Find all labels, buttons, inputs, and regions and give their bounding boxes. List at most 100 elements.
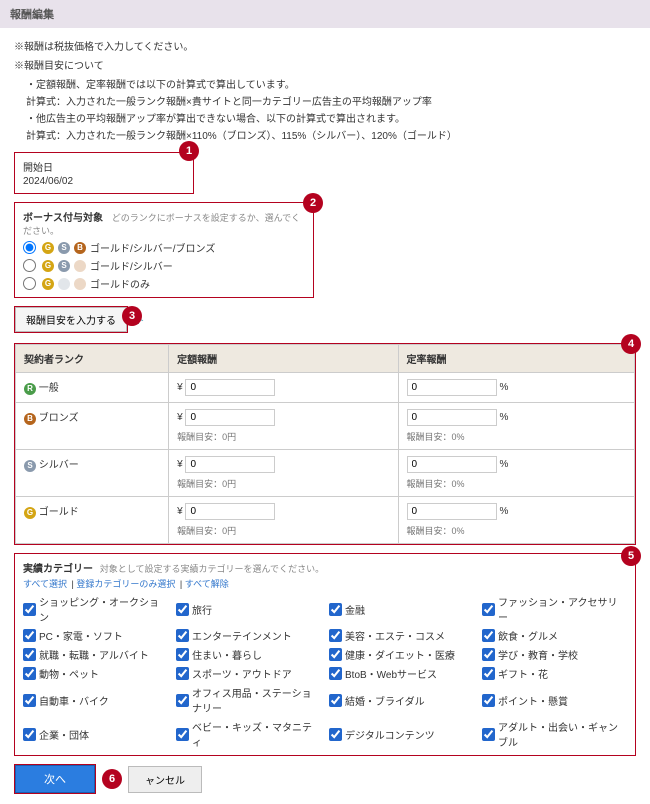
category-item[interactable]: ポイント・懸賞 <box>482 685 627 715</box>
bronze-icon-dim <box>74 278 86 290</box>
cancel-button[interactable]: ャンセル <box>128 766 202 793</box>
bonus-radio-gsb[interactable] <box>23 241 36 254</box>
category-item[interactable]: 結婚・ブライダル <box>329 685 474 715</box>
rate-input[interactable] <box>407 503 497 520</box>
input-estimate-button[interactable]: 報酬目安を入力する <box>15 307 127 332</box>
category-checkbox[interactable] <box>482 667 495 680</box>
category-item[interactable]: 住まい・暮らし <box>176 647 321 662</box>
category-checkbox[interactable] <box>329 694 342 707</box>
category-checkbox[interactable] <box>329 629 342 642</box>
percent-unit: % <box>500 506 509 517</box>
rank-label: ブロンズ <box>39 413 79 424</box>
percent-unit: % <box>500 412 509 423</box>
note-bullet: 計算式：入力された一般ランク報酬×110%（ブロンズ）、115%（シルバー）、1… <box>26 127 636 142</box>
category-checkbox[interactable] <box>23 728 36 741</box>
rank-label: シルバー <box>39 460 79 471</box>
note-line: ※報酬目安について <box>14 57 636 72</box>
category-checkbox[interactable] <box>329 728 342 741</box>
category-checkbox[interactable] <box>23 667 36 680</box>
category-item[interactable]: アダルト・出会い・ギャンブル <box>482 719 627 749</box>
fixed-cell: ¥ 報酬目安：0円 <box>169 403 398 450</box>
category-item[interactable]: 飲食・グルメ <box>482 628 627 643</box>
fixed-input[interactable] <box>185 379 275 396</box>
rank-icon: S <box>24 460 36 472</box>
fixed-input[interactable] <box>185 409 275 426</box>
badge-6: 6 <box>102 769 122 789</box>
category-checkbox[interactable] <box>329 603 342 616</box>
category-item[interactable]: 美容・エステ・コスメ <box>329 628 474 643</box>
category-hint: 対象として設定する実績カテゴリーを選んでください。 <box>100 564 324 574</box>
table-row: G ゴールド¥ 報酬目安：0円%報酬目安：0% <box>16 497 635 544</box>
category-item[interactable]: 学び・教育・学校 <box>482 647 627 662</box>
rate-input[interactable] <box>407 409 497 426</box>
category-item[interactable]: BtoB・Webサービス <box>329 666 474 681</box>
category-checkbox[interactable] <box>482 648 495 661</box>
page-title: 報酬編集 <box>10 9 54 21</box>
category-item[interactable]: エンターテインメント <box>176 628 321 643</box>
category-checkbox[interactable] <box>176 603 189 616</box>
category-checkbox[interactable] <box>176 648 189 661</box>
badge-5: 5 <box>621 546 641 566</box>
select-registered-link[interactable]: 登録カテゴリーのみ選択 <box>76 579 175 589</box>
intro-notes: ※報酬は税抜価格で入力してください。 ※報酬目安について ・定額報酬、定率報酬で… <box>14 38 636 142</box>
category-item[interactable]: ショッピング・オークション <box>23 594 168 624</box>
start-date-section: 1 開始日 2024/06/02 <box>14 152 194 194</box>
category-item[interactable]: 旅行 <box>176 594 321 624</box>
category-checkbox[interactable] <box>329 648 342 661</box>
category-item[interactable]: デジタルコンテンツ <box>329 719 474 749</box>
rate-input[interactable] <box>407 379 497 396</box>
category-label: 飲食・グルメ <box>498 628 558 643</box>
bonus-option-row[interactable]: G S B ゴールド/シルバー/ブロンズ <box>23 240 305 255</box>
category-checkbox[interactable] <box>23 694 36 707</box>
footer-actions: 次へ 6 ャンセル <box>14 764 636 794</box>
category-item[interactable]: 金融 <box>329 594 474 624</box>
currency-prefix: ¥ <box>177 412 183 423</box>
category-item[interactable]: ベビー・キッズ・マタニティ <box>176 719 321 749</box>
category-checkbox[interactable] <box>176 694 189 707</box>
fixed-input[interactable] <box>185 503 275 520</box>
category-checkbox[interactable] <box>482 603 495 616</box>
deselect-all-link[interactable]: すべて解除 <box>185 579 229 589</box>
rate-cell: %報酬目安：0% <box>398 403 635 450</box>
category-checkbox[interactable] <box>482 629 495 642</box>
gold-icon: G <box>42 278 54 290</box>
category-label: ポイント・懸賞 <box>498 693 568 708</box>
category-item[interactable]: 企業・団体 <box>23 719 168 749</box>
next-button[interactable]: 次へ <box>15 765 95 793</box>
fixed-estimate: 報酬目安：0円 <box>177 430 389 443</box>
fixed-input[interactable] <box>185 456 275 473</box>
category-checkbox[interactable] <box>482 694 495 707</box>
category-checkbox[interactable] <box>329 667 342 680</box>
category-label: ショッピング・オークション <box>39 594 168 624</box>
note-bullet: 計算式：入力された一般ランク報酬×貴サイトと同一カテゴリー広告主の平均報酬アップ… <box>26 93 636 108</box>
bonus-radio-g[interactable] <box>23 277 36 290</box>
category-checkbox[interactable] <box>23 603 36 616</box>
category-checkbox[interactable] <box>176 728 189 741</box>
category-item[interactable]: スポーツ・アウトドア <box>176 666 321 681</box>
category-checkbox[interactable] <box>23 648 36 661</box>
rate-cell: %報酬目安：0% <box>398 450 635 497</box>
category-item[interactable]: 健康・ダイエット・医療 <box>329 647 474 662</box>
category-title: 実績カテゴリー <box>23 564 93 575</box>
category-label: デジタルコンテンツ <box>345 727 435 742</box>
category-item[interactable]: PC・家電・ソフト <box>23 628 168 643</box>
select-all-link[interactable]: すべて選択 <box>23 579 67 589</box>
category-item[interactable]: オフィス用品・ステーショナリー <box>176 685 321 715</box>
category-checkbox[interactable] <box>176 667 189 680</box>
category-checkbox[interactable] <box>482 728 495 741</box>
percent-unit: % <box>500 382 509 393</box>
gold-icon: G <box>42 260 54 272</box>
category-label: 金融 <box>345 602 365 617</box>
bonus-option-row[interactable]: G S ゴールド/シルバー <box>23 258 305 273</box>
category-checkbox[interactable] <box>176 629 189 642</box>
category-item[interactable]: ギフト・花 <box>482 666 627 681</box>
category-item[interactable]: ファッション・アクセサリー <box>482 594 627 624</box>
bonus-radio-gs[interactable] <box>23 259 36 272</box>
rate-input[interactable] <box>407 456 497 473</box>
category-item[interactable]: 就職・転職・アルバイト <box>23 647 168 662</box>
bonus-option-label: ゴールドのみ <box>90 276 150 291</box>
bonus-option-row[interactable]: G ゴールドのみ <box>23 276 305 291</box>
category-item[interactable]: 自動車・バイク <box>23 685 168 715</box>
category-item[interactable]: 動物・ペット <box>23 666 168 681</box>
category-checkbox[interactable] <box>23 629 36 642</box>
